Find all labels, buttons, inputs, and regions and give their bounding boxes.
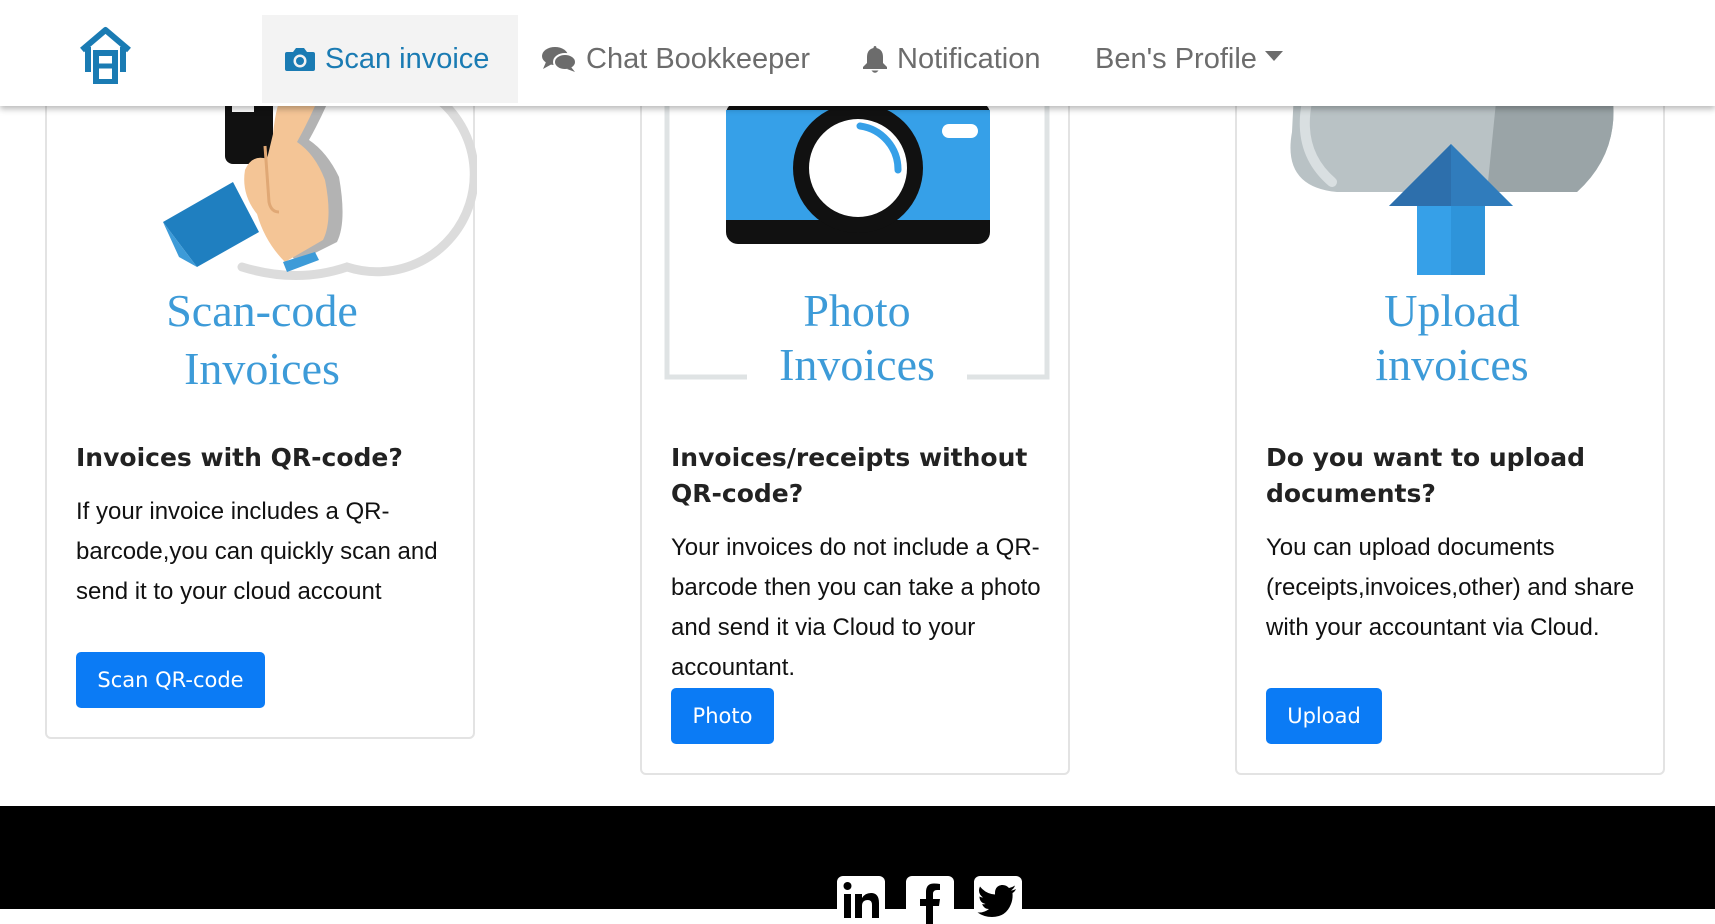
bell-icon xyxy=(863,46,887,73)
comments-icon xyxy=(542,47,577,72)
upload-card-title-line1: Upload xyxy=(1384,285,1520,336)
nav-notification-label: Notification xyxy=(897,42,1041,75)
upload-button[interactable]: Upload xyxy=(1266,688,1382,744)
footer xyxy=(0,806,1715,924)
camera-icon xyxy=(285,48,315,71)
chevron-down-icon xyxy=(1264,51,1283,61)
nav-chat-bookkeeper-label: Chat Bookkeeper xyxy=(586,42,811,75)
upload-card-title-line2: invoices xyxy=(1375,339,1529,390)
nav-scan-invoice[interactable]: Scan invoice xyxy=(262,15,518,103)
home-logo-icon[interactable] xyxy=(78,26,133,85)
upload-card-heading: Do you want to upload documents? xyxy=(1266,443,1586,508)
nav-scan-invoice-label: Scan invoice xyxy=(325,42,490,75)
scan-card-title-line1: Scan-code xyxy=(166,285,358,336)
scan-qr-code-button[interactable]: Scan QR-code xyxy=(76,652,265,708)
upload-card-description: You can upload documents (receipts,invoi… xyxy=(1266,534,1635,641)
nav-notification[interactable]: Notification xyxy=(862,15,1040,103)
photo-card-title-line2: Invoices xyxy=(779,339,935,390)
scan-card-heading: Invoices with QR-code? xyxy=(76,443,403,472)
scan-code-card: Scan-code Invoices Invoices with QR-code… xyxy=(45,60,479,739)
top-navbar: Scan invoice Chat Bookkeeper Notificatio… xyxy=(0,0,1715,106)
upload-invoices-card: Upload invoices Do you want to upload do… xyxy=(1235,60,1665,775)
linkedin-icon[interactable] xyxy=(837,876,885,924)
scan-card-title-line2: Invoices xyxy=(184,343,340,394)
photo-card-title-line1: Photo xyxy=(803,285,911,336)
nav-chat-bookkeeper[interactable]: Chat Bookkeeper xyxy=(541,15,810,103)
scan-card-description: If your invoice includes a QR-barcode,yo… xyxy=(76,498,438,605)
twitter-icon[interactable] xyxy=(974,876,1022,924)
photo-button[interactable]: Photo xyxy=(671,688,774,744)
facebook-icon[interactable] xyxy=(906,876,954,924)
photo-card-description: Your invoices do not include a QR-barcod… xyxy=(671,534,1041,681)
photo-invoices-card: Photo Invoices Invoices/receipts without… xyxy=(640,60,1070,775)
photo-card-heading: Invoices/receipts without QR-code? xyxy=(671,443,1028,508)
nav-profile-label: Ben's Profile xyxy=(1095,42,1257,75)
nav-profile-dropdown[interactable]: Ben's Profile xyxy=(1095,15,1283,103)
